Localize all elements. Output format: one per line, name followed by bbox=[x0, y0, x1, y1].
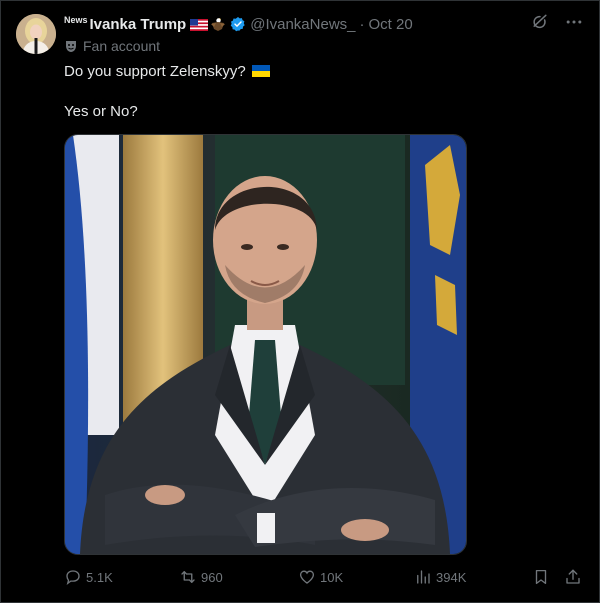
more-icon[interactable] bbox=[564, 12, 584, 32]
tweet-line-1: Do you support Zelenskyy? bbox=[64, 62, 564, 82]
news-tag: News bbox=[64, 15, 88, 25]
reply-button[interactable]: 5.1K bbox=[64, 566, 113, 588]
tweet-line-2: Yes or No? bbox=[64, 103, 138, 120]
top-right-actions bbox=[530, 12, 584, 32]
tweet-actions: 5.1K 960 10K 394K bbox=[64, 566, 584, 588]
us-flag-icon bbox=[190, 18, 209, 31]
tweet-text: Do you support Zelenskyy? Yes or No? bbox=[64, 62, 564, 122]
ukraine-flag-icon bbox=[251, 63, 270, 77]
tweet-question: Do you support Zelenskyy? bbox=[64, 63, 246, 80]
author-handle[interactable]: @IvankaNews_ bbox=[250, 16, 355, 33]
views-button[interactable]: 394K bbox=[414, 566, 466, 588]
like-icon bbox=[299, 570, 315, 584]
views-count: 394K bbox=[436, 569, 467, 585]
like-count: 10K bbox=[320, 569, 344, 585]
views-icon bbox=[417, 570, 430, 584]
tweet-date[interactable]: Oct 20 bbox=[369, 16, 413, 33]
reply-icon bbox=[66, 570, 80, 586]
tweet-photo[interactable] bbox=[64, 134, 467, 555]
theater-mask-icon bbox=[64, 39, 78, 53]
repost-icon bbox=[181, 571, 195, 583]
bookmark-icon bbox=[535, 569, 547, 585]
repost-button[interactable]: 960 bbox=[179, 566, 223, 588]
fan-account-label: Fan account bbox=[83, 38, 161, 54]
like-button[interactable]: 10K bbox=[298, 566, 343, 588]
repost-count: 960 bbox=[201, 569, 223, 585]
bookmark-button[interactable] bbox=[532, 566, 550, 588]
avatar[interactable] bbox=[16, 14, 56, 54]
tweet-header: News Ivanka Trump @IvankaNews_ · Oct 20 bbox=[64, 14, 413, 34]
verified-badge-icon bbox=[230, 16, 246, 32]
account-label: Fan account bbox=[64, 38, 160, 54]
eagle-icon bbox=[210, 16, 226, 32]
share-icon bbox=[566, 569, 580, 584]
separator-dot: · bbox=[359, 15, 365, 33]
author-name[interactable]: Ivanka Trump bbox=[90, 16, 187, 33]
reply-count: 5.1K bbox=[86, 569, 113, 585]
share-button[interactable] bbox=[564, 566, 582, 588]
grok-icon[interactable] bbox=[530, 12, 550, 32]
